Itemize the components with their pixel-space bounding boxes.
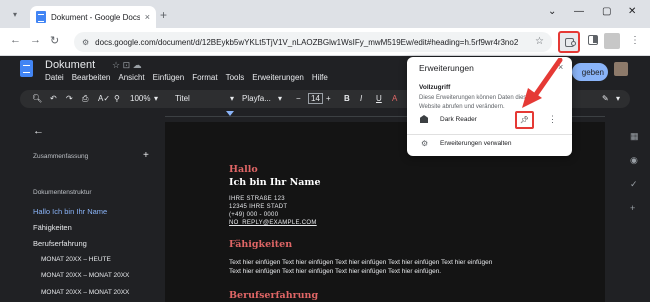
- settings-gear-icon: ⚙: [421, 139, 429, 148]
- zoom-select[interactable]: 100%: [130, 94, 150, 103]
- menu-format[interactable]: Format: [192, 73, 217, 82]
- text-color-icon[interactable]: A: [392, 94, 397, 103]
- extensions-puzzle-button[interactable]: [558, 31, 580, 53]
- font-size-input[interactable]: 14: [308, 93, 323, 104]
- menu-hilfe[interactable]: Hilfe: [312, 73, 328, 82]
- tab-close-icon[interactable]: ×: [145, 12, 150, 22]
- outline-item-job-1[interactable]: MONAT 20XX – HEUTE: [41, 256, 111, 263]
- menu-datei[interactable]: Datei: [45, 73, 64, 82]
- address-city: 12345 IHRE STADT: [229, 204, 288, 210]
- menu-ansicht[interactable]: Ansicht: [118, 73, 144, 82]
- docs-logo-icon[interactable]: [20, 60, 33, 77]
- new-tab-button[interactable]: +: [160, 8, 167, 22]
- underline-icon[interactable]: U: [376, 94, 382, 103]
- style-select[interactable]: Titel: [175, 94, 190, 103]
- size-increase-icon[interactable]: +: [326, 94, 331, 103]
- menu-erweiterungen[interactable]: Erweiterungen: [252, 73, 304, 82]
- body-text-line-1: Text hier einfügen Text hier einfügen Te…: [229, 259, 493, 266]
- back-icon[interactable]: ←: [10, 34, 21, 46]
- italic-icon[interactable]: I: [360, 94, 362, 103]
- menu-einfuegen[interactable]: Einfügen: [153, 73, 185, 82]
- outline-item-job-3[interactable]: MONAT 20XX – MONAT 20XX: [41, 289, 129, 296]
- size-decrease-icon[interactable]: −: [296, 94, 301, 103]
- chrome-menu-icon[interactable]: ⋮: [630, 35, 640, 46]
- tab-dokument[interactable]: Dokument - Google Docs ×: [30, 6, 156, 28]
- edit-mode-chevron-icon[interactable]: ▾: [616, 94, 620, 103]
- search-menu-icon[interactable]: 🔍︎: [32, 94, 42, 103]
- print-icon[interactable]: ⎙: [82, 94, 88, 104]
- font-chevron-icon: ▾: [278, 94, 283, 103]
- tab-search-icon[interactable]: ▾: [8, 8, 22, 22]
- extension-more-icon[interactable]: ⋮: [548, 114, 557, 125]
- redo-icon[interactable]: ↷: [66, 94, 73, 103]
- heading-berufserfahrung: Berufserfahrung: [229, 290, 319, 301]
- style-chevron-icon: ▾: [230, 94, 235, 103]
- site-info-icon[interactable]: ⚙: [82, 38, 89, 47]
- indent-marker-icon[interactable]: [226, 111, 234, 116]
- puzzle-icon: [564, 37, 576, 47]
- heading-name: Ich bin Ihr Name: [229, 177, 321, 188]
- reload-icon[interactable]: ↻: [50, 34, 59, 47]
- heading-faehigkeiten: Fähigkeiten: [229, 239, 293, 250]
- popup-full-access-heading: Vollzugriff: [419, 84, 451, 91]
- browser-window: ▾ Dokument - Google Docs × + ⌄ — ▢ ✕ ← →…: [0, 0, 650, 302]
- maximize-button[interactable]: ▢: [602, 6, 611, 17]
- font-select[interactable]: Playfa...: [242, 94, 271, 103]
- profile-avatar[interactable]: [604, 33, 620, 49]
- tab-list-icon[interactable]: ⌄: [548, 6, 556, 17]
- heading-hallo: Hallo: [229, 164, 258, 175]
- address-email[interactable]: NO_REPLY@EXAMPLE.COM: [229, 220, 317, 226]
- annotation-arrow: [522, 58, 563, 108]
- forward-icon[interactable]: →: [30, 34, 41, 46]
- pin-icon: 📌︎: [520, 117, 529, 124]
- url-text: docs.google.com/document/d/12BEykb5wYKLt…: [95, 37, 519, 47]
- extension-name-dark-reader[interactable]: Dark Reader: [440, 116, 477, 123]
- user-avatar[interactable]: [614, 62, 628, 76]
- outline-item-berufserfahrung[interactable]: Berufserfahrung: [33, 239, 87, 248]
- bookmark-star-icon[interactable]: ☆: [535, 36, 544, 47]
- menu-tools[interactable]: Tools: [226, 73, 245, 82]
- outline-item-job-2[interactable]: MONAT 20XX – MONAT 20XX: [41, 272, 129, 279]
- side-panel-icon[interactable]: [588, 35, 598, 45]
- address-phone: (+49) 000 - 0000: [229, 212, 279, 218]
- address-street: IHRE STRAßE 123: [229, 196, 285, 202]
- edit-mode-pencil-icon[interactable]: ✎: [602, 94, 609, 103]
- body-text-line-2: Text hier einfügen Text hier einfügen Te…: [229, 268, 442, 275]
- paint-format-icon[interactable]: ⚲: [114, 94, 120, 103]
- structure-label: Dokumentenstruktur: [33, 189, 92, 196]
- share-label: geben: [581, 67, 604, 77]
- tab-title: Dokument - Google Docs: [51, 12, 140, 22]
- docs-favicon-icon: [36, 11, 46, 23]
- bold-icon[interactable]: B: [344, 94, 350, 103]
- zoom-chevron-icon: ▾: [154, 94, 159, 103]
- popup-title: Erweiterungen: [419, 63, 474, 73]
- browser-toolbar: ← → ↻ ⚙ docs.google.com/document/d/12BEy…: [0, 28, 650, 56]
- minimize-button[interactable]: —: [574, 6, 584, 17]
- undo-icon[interactable]: ↶: [50, 94, 57, 103]
- menu-bearbeiten[interactable]: Bearbeiten: [72, 73, 111, 82]
- outline-item-hallo[interactable]: Hallo Ich bin Ihr Name: [33, 207, 107, 216]
- docs-menubar: Datei Bearbeiten Ansicht Einfügen Format…: [45, 73, 328, 82]
- pin-extension-button[interactable]: 📌︎: [515, 111, 534, 129]
- share-button[interactable]: geben: [572, 63, 608, 81]
- document-title[interactable]: Dokument: [45, 59, 95, 71]
- side-panel-icons[interactable]: ▦ ◉ ✓ +: [630, 124, 639, 220]
- summary-label: Zusammenfassung: [33, 153, 89, 160]
- address-bar[interactable]: ⚙ docs.google.com/document/d/12BEykb5wYK…: [74, 32, 552, 52]
- star-move-cloud-icons[interactable]: ☆ ⊡ ☁: [112, 60, 142, 71]
- close-window-button[interactable]: ✕: [628, 6, 636, 17]
- close-outline-arrow-icon[interactable]: ←: [33, 125, 44, 137]
- add-summary-icon[interactable]: +: [143, 150, 149, 161]
- spellcheck-icon[interactable]: A✓: [98, 94, 110, 103]
- manage-extensions-link[interactable]: Erweiterungen verwalten: [440, 140, 512, 147]
- outline-item-faehigkeiten[interactable]: Fähigkeiten: [33, 223, 72, 232]
- popup-divider: [407, 134, 572, 135]
